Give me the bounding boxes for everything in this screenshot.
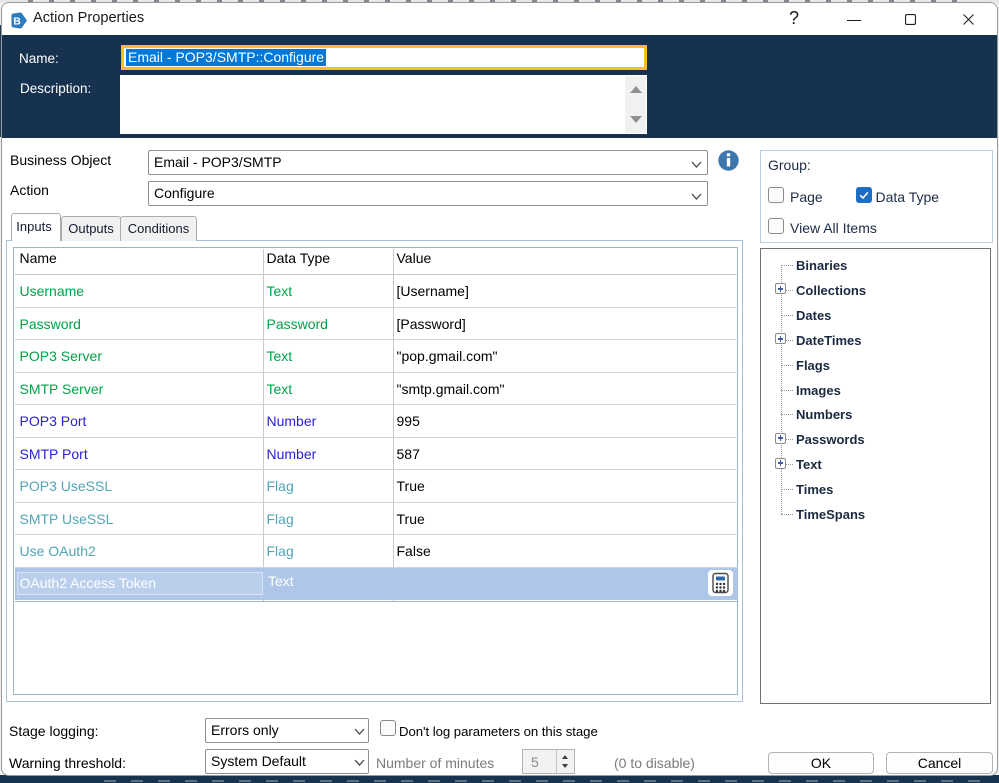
svg-text:B: B xyxy=(13,15,21,27)
